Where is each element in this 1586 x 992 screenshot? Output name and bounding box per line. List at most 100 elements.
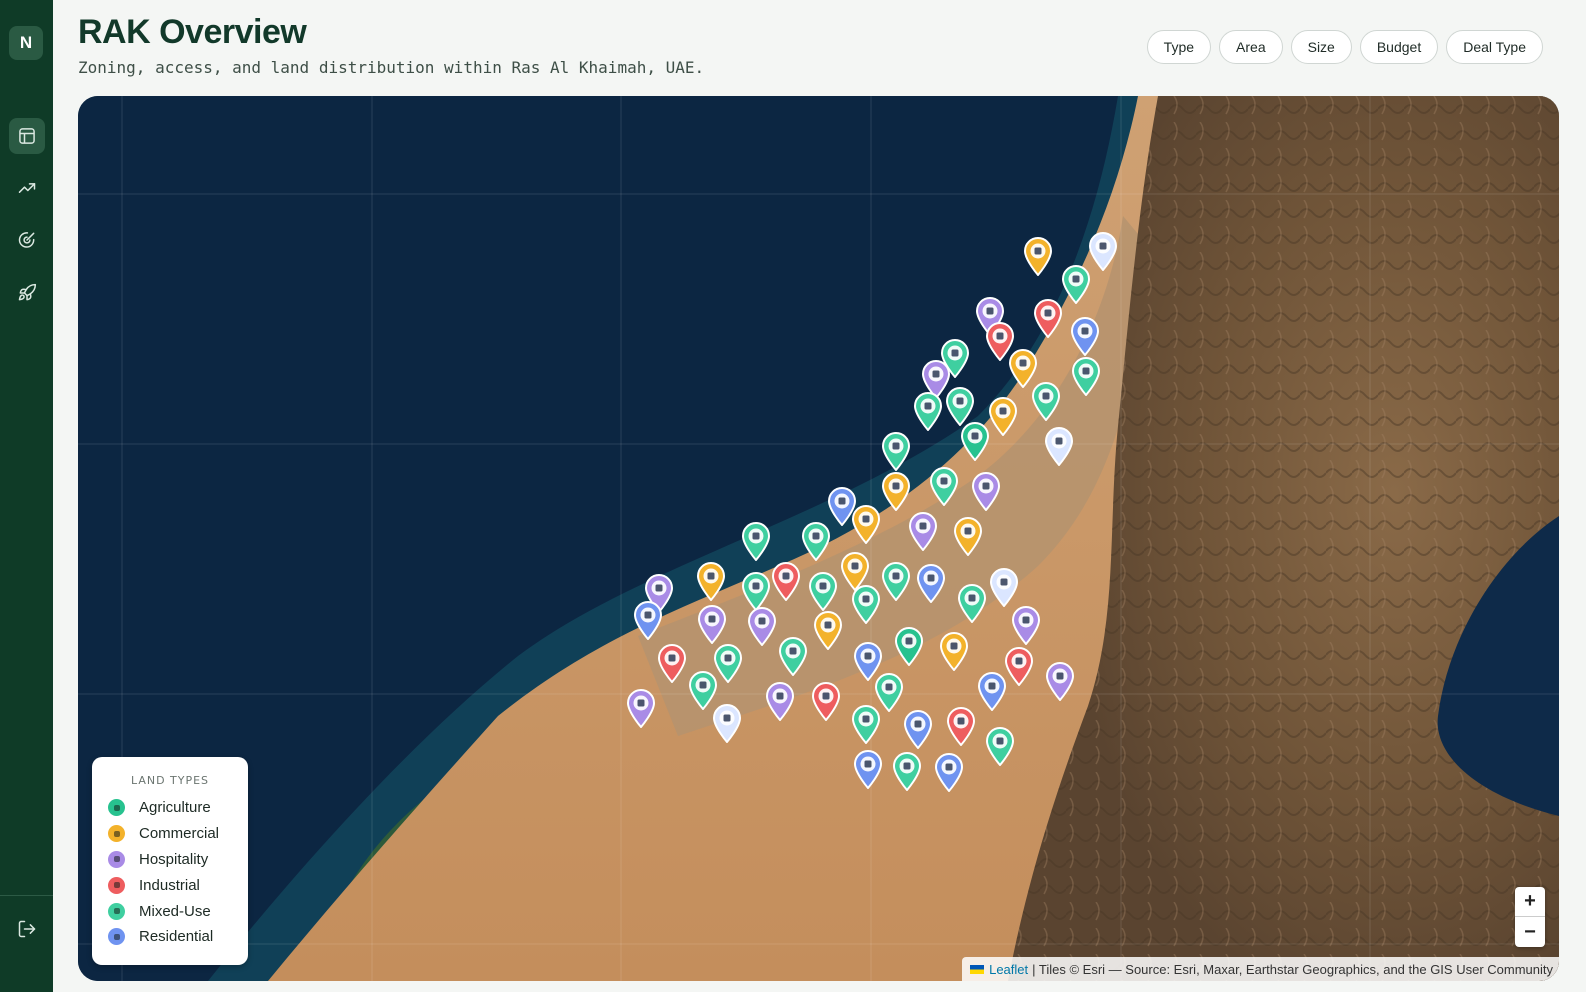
commercial-marker[interactable] bbox=[813, 610, 843, 650]
industrial-marker[interactable] bbox=[1004, 646, 1034, 686]
residential-marker[interactable] bbox=[903, 709, 933, 749]
sidebar: N bbox=[0, 0, 53, 992]
map-pin-icon bbox=[908, 512, 938, 551]
filter-size-button[interactable]: Size bbox=[1290, 30, 1352, 64]
rocket-icon bbox=[18, 283, 37, 301]
map-pin-icon bbox=[851, 585, 881, 624]
logo-letter: N bbox=[19, 33, 33, 52]
nav-target-button[interactable] bbox=[9, 222, 45, 258]
mixed-use-marker[interactable] bbox=[851, 584, 881, 624]
mixed-use-marker[interactable] bbox=[801, 521, 831, 561]
map-pin-icon bbox=[977, 672, 1007, 711]
industrial-marker[interactable] bbox=[657, 643, 687, 683]
mixed-use-marker[interactable] bbox=[1031, 381, 1061, 421]
mixed-use-marker[interactable] bbox=[1061, 264, 1091, 304]
mixed-use-marker[interactable] bbox=[985, 726, 1015, 766]
industrial-marker[interactable] bbox=[811, 681, 841, 721]
mixed-use-marker[interactable] bbox=[913, 391, 943, 431]
residential-marker[interactable] bbox=[989, 567, 1019, 607]
map-pin-icon bbox=[626, 689, 656, 728]
commercial-marker[interactable] bbox=[939, 631, 969, 671]
filter-budget-button[interactable]: Budget bbox=[1359, 30, 1439, 64]
map-pin-icon bbox=[741, 572, 771, 611]
map-pin-icon bbox=[747, 607, 777, 646]
hospitality-marker[interactable] bbox=[747, 606, 777, 646]
residential-marker[interactable] bbox=[1088, 231, 1118, 271]
residential-icon bbox=[108, 928, 125, 946]
residential-marker[interactable] bbox=[1070, 316, 1100, 356]
hospitality-marker[interactable] bbox=[697, 604, 727, 644]
hospitality-marker[interactable] bbox=[971, 471, 1001, 511]
map-pin-icon bbox=[989, 568, 1019, 607]
filter-bar: Type Area Size Budget Deal Type bbox=[1146, 30, 1543, 64]
mixed-use-marker[interactable] bbox=[778, 636, 808, 676]
map-pin-icon bbox=[1004, 647, 1034, 686]
mixed-use-marker[interactable] bbox=[1071, 356, 1101, 396]
commercial-marker[interactable] bbox=[881, 471, 911, 511]
map-pin-icon bbox=[1071, 357, 1101, 396]
commercial-marker[interactable] bbox=[1023, 236, 1053, 276]
logout-button[interactable] bbox=[9, 911, 45, 947]
legend-item-mixed-use: Mixed-Use bbox=[108, 898, 232, 924]
app-logo[interactable]: N bbox=[9, 26, 43, 60]
zoom-out-button[interactable]: − bbox=[1515, 917, 1545, 947]
mixed-use-marker[interactable] bbox=[957, 583, 987, 623]
commercial-marker[interactable] bbox=[988, 396, 1018, 436]
mixed-use-marker[interactable] bbox=[945, 386, 975, 426]
nav-layout-button[interactable] bbox=[9, 118, 45, 154]
map-pin-icon bbox=[953, 517, 983, 556]
industrial-marker[interactable] bbox=[1033, 298, 1063, 338]
mixed-use-marker[interactable] bbox=[741, 571, 771, 611]
industrial-marker[interactable] bbox=[771, 561, 801, 601]
map[interactable]: LAND TYPES Agriculture Commercial Hospit… bbox=[78, 96, 1559, 981]
mixed-use-marker[interactable] bbox=[851, 704, 881, 744]
nav-trends-button[interactable] bbox=[9, 170, 45, 206]
map-pin-icon bbox=[960, 422, 990, 461]
leaflet-link[interactable]: Leaflet bbox=[989, 962, 1028, 977]
agriculture-marker[interactable] bbox=[960, 421, 990, 461]
filter-area-button[interactable]: Area bbox=[1219, 30, 1283, 64]
residential-marker[interactable] bbox=[633, 600, 663, 640]
map-pin-icon bbox=[712, 704, 742, 743]
map-pin-icon bbox=[851, 505, 881, 544]
industrial-icon bbox=[108, 876, 125, 894]
legend-label: Agriculture bbox=[139, 799, 211, 817]
map-pin-icon bbox=[957, 584, 987, 623]
filter-type-button[interactable]: Type bbox=[1146, 30, 1212, 64]
hospitality-marker[interactable] bbox=[1045, 661, 1075, 701]
hospitality-marker[interactable] bbox=[765, 681, 795, 721]
commercial-marker[interactable] bbox=[953, 516, 983, 556]
legend-label: Commercial bbox=[139, 825, 220, 843]
residential-marker[interactable] bbox=[853, 749, 883, 789]
mixed-use-marker[interactable] bbox=[892, 751, 922, 791]
legend-item-residential: Residential bbox=[108, 924, 232, 950]
zoom-in-button[interactable]: + bbox=[1515, 887, 1545, 917]
filter-deal-type-button[interactable]: Deal Type bbox=[1446, 30, 1543, 64]
sidebar-divider bbox=[0, 895, 53, 896]
nav-launch-button[interactable] bbox=[9, 275, 45, 311]
mixed-use-marker[interactable] bbox=[741, 521, 771, 561]
mixed-use-icon bbox=[108, 902, 125, 920]
mixed-use-marker[interactable] bbox=[881, 561, 911, 601]
map-pin-icon bbox=[851, 705, 881, 744]
hospitality-marker[interactable] bbox=[1011, 605, 1041, 645]
map-pin-icon bbox=[696, 562, 726, 601]
agriculture-marker[interactable] bbox=[894, 626, 924, 666]
hospitality-marker[interactable] bbox=[626, 688, 656, 728]
commercial-marker[interactable] bbox=[696, 561, 726, 601]
industrial-marker[interactable] bbox=[946, 706, 976, 746]
residential-marker[interactable] bbox=[934, 752, 964, 792]
residential-marker[interactable] bbox=[916, 563, 946, 603]
mixed-use-marker[interactable] bbox=[881, 431, 911, 471]
mixed-use-marker[interactable] bbox=[929, 466, 959, 506]
residential-marker[interactable] bbox=[1044, 426, 1074, 466]
map-pin-icon bbox=[939, 632, 969, 671]
map-pin-icon bbox=[985, 727, 1015, 766]
map-pin-icon bbox=[1011, 606, 1041, 645]
hospitality-marker[interactable] bbox=[908, 511, 938, 551]
map-pin-icon bbox=[765, 682, 795, 721]
residential-marker[interactable] bbox=[977, 671, 1007, 711]
residential-marker[interactable] bbox=[712, 703, 742, 743]
commercial-marker[interactable] bbox=[851, 504, 881, 544]
mixed-use-marker[interactable] bbox=[808, 571, 838, 611]
